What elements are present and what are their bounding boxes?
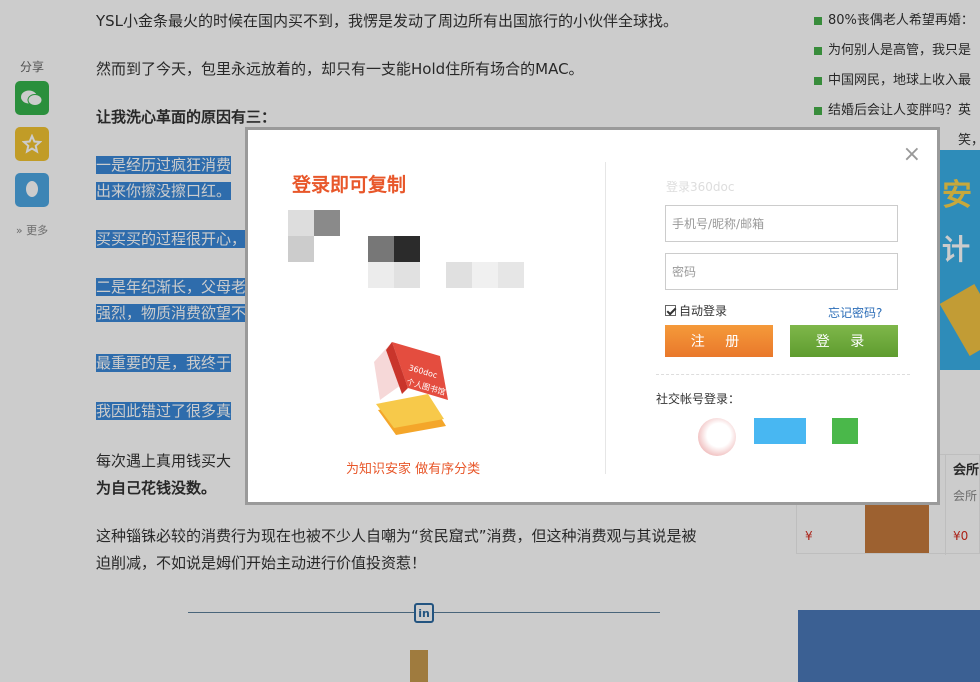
auto-login-checkbox[interactable] [665, 305, 676, 316]
weibo-login-icon[interactable] [698, 418, 736, 456]
auto-login-label: 自动登录 [679, 304, 728, 318]
forgot-password-link[interactable]: 忘记密码? [828, 304, 882, 321]
form-title: 登录360doc [666, 180, 735, 194]
modal-divider [605, 162, 606, 474]
copy-login-title: 登录即可复制 [292, 174, 407, 196]
auto-login-toggle[interactable]: 自动登录 [665, 302, 727, 319]
login-button[interactable]: 登 录 [790, 325, 898, 357]
login-modal: × 登录即可复制 360doc 个人图书馆 为知识安家 做有序分类 登录360d… [245, 127, 940, 505]
close-icon[interactable]: × [903, 144, 921, 166]
divider [656, 374, 910, 375]
wechat-login-icon[interactable] [832, 418, 858, 444]
slogan: 为知识安家 做有序分类 [346, 462, 481, 477]
username-input[interactable] [665, 205, 898, 242]
password-input[interactable] [665, 253, 898, 290]
book-illustration: 360doc 个人图书馆 [374, 342, 448, 435]
qq-login-icon[interactable] [754, 418, 806, 444]
register-button[interactable]: 注 册 [665, 325, 773, 357]
blurred-qr-image [288, 210, 528, 330]
social-login-label: 社交帐号登录： [656, 392, 741, 406]
